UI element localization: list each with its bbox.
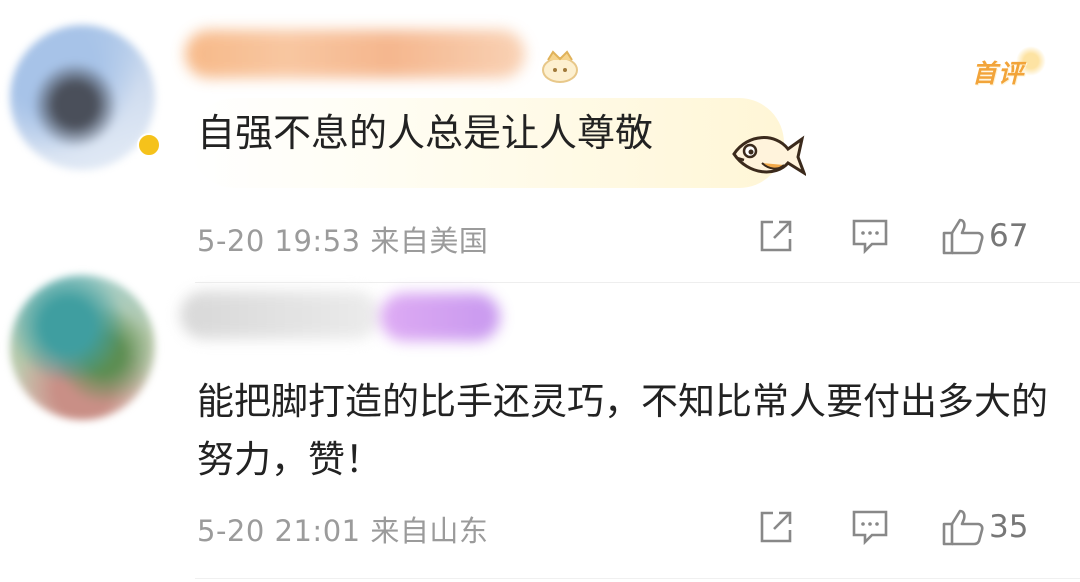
comment-text[interactable]: 自强不息的人总是让人尊敬	[197, 104, 653, 162]
share-icon	[757, 217, 795, 255]
reply-button[interactable]	[850, 507, 890, 547]
comment-text[interactable]: 能把脚打造的比手还灵巧，不知比常人要付出多大的努力，赞！	[197, 373, 1057, 489]
comment-item: 能把脚打造的比手还灵巧，不知比常人要付出多大的努力，赞！ 5-20 21:01 …	[0, 275, 1080, 582]
thumbs-up-icon	[941, 507, 985, 547]
reply-button[interactable]	[850, 216, 890, 256]
comment-icon	[850, 508, 890, 546]
username-blurred[interactable]	[185, 30, 525, 78]
fish-sticker-icon	[732, 135, 806, 177]
comment-meta: 5-20 19:53 来自美国	[197, 224, 489, 258]
fan-badge-icon	[542, 50, 578, 83]
like-button[interactable]: 67	[941, 216, 1028, 256]
first-comment-tag: 首评	[972, 46, 1046, 88]
share-button[interactable]	[757, 216, 795, 256]
share-button[interactable]	[757, 507, 795, 547]
avatar[interactable]	[10, 25, 155, 170]
verified-badge-icon	[137, 133, 161, 157]
username-badge-blurred	[380, 293, 500, 341]
divider	[195, 578, 1080, 579]
comment-feed: 首评 自强不息的人总是让人尊敬 5-20 19:53 来自美国 67 能把脚打造…	[0, 0, 1080, 582]
first-comment-label: 首评	[972, 59, 1025, 88]
like-count: 67	[989, 218, 1029, 254]
username-blurred[interactable]	[180, 291, 380, 339]
comment-meta: 5-20 21:01 来自山东	[197, 514, 489, 548]
avatar[interactable]	[10, 275, 155, 420]
comment-icon	[850, 217, 890, 255]
like-count: 35	[989, 509, 1029, 545]
share-icon	[757, 508, 795, 546]
thumbs-up-icon	[941, 216, 985, 256]
comment-item: 首评 自强不息的人总是让人尊敬 5-20 19:53 来自美国 67	[0, 0, 1080, 282]
like-button[interactable]: 35	[941, 507, 1028, 547]
